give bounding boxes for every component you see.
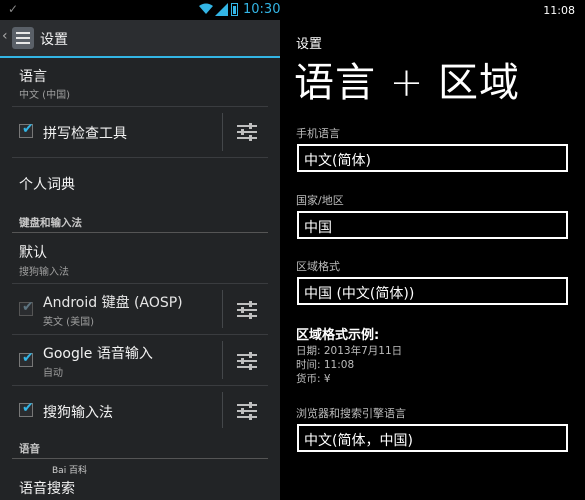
aosp-title: Android 键盘 (AOSP)	[43, 295, 183, 311]
default-input-item[interactable]: 默认 搜狗输入法	[0, 236, 280, 282]
phone-language-label: 手机语言	[296, 127, 340, 140]
checkmark-icon: ✔	[22, 121, 34, 137]
checkmark-icon: ✔	[22, 299, 34, 315]
action-bar: ‹ 设置	[0, 20, 280, 58]
country-picker[interactable]: 中国	[297, 211, 568, 239]
voice-search-title: 语音搜索	[19, 481, 75, 497]
settings-sliders-icon[interactable]	[237, 301, 257, 319]
checkmark-icon: ✔	[22, 400, 34, 416]
sogou-input-item[interactable]: ✔ 搜狗输入法	[0, 386, 280, 434]
google-voice-title: Google 语音输入	[43, 346, 153, 362]
personal-dictionary-title: 个人词典	[19, 177, 75, 193]
settings-sliders-icon[interactable]	[237, 402, 257, 420]
settings-sliders-icon[interactable]	[237, 123, 257, 141]
personal-dictionary-item[interactable]: 个人词典	[0, 158, 280, 206]
spell-checker-checkbox[interactable]: ✔	[19, 121, 34, 138]
status-time: 11:08	[543, 4, 575, 17]
sogou-checkbox[interactable]: ✔	[19, 400, 34, 417]
google-voice-checkbox[interactable]: ✔	[19, 350, 34, 367]
phone-language-picker[interactable]: 中文(简体)	[297, 144, 568, 172]
spell-checker-item[interactable]: ✔ 拼写检查工具	[0, 107, 280, 157]
vertical-divider	[222, 290, 223, 328]
aosp-keyboard-item[interactable]: ✔ Android 键盘 (AOSP) 英文 (美国)	[0, 284, 280, 334]
android-settings-screen: ✓ 10:30 ‹ 设置 语言 中文 (中国) ✔ 拼写检查工具 个人词典 键盘…	[0, 0, 280, 500]
voice-search-item[interactable]: 语音搜索	[0, 470, 280, 500]
vertical-divider	[222, 341, 223, 379]
language-item[interactable]: 语言 中文 (中国)	[0, 60, 280, 105]
battery-icon	[231, 3, 238, 16]
wifi-icon	[199, 3, 213, 14]
language-subtitle: 中文 (中国)	[19, 90, 70, 101]
settings-sliders-icon[interactable]	[237, 352, 257, 370]
browser-language-picker[interactable]: 中文(简体，中国)	[297, 424, 568, 452]
vertical-divider	[222, 392, 223, 428]
aosp-checkbox[interactable]: ✔	[19, 299, 34, 316]
sample-currency: 货币: ¥	[296, 373, 331, 385]
default-subtitle: 搜狗输入法	[19, 267, 69, 278]
sample-time: 时间: 11:08	[296, 359, 355, 371]
google-voice-item[interactable]: ✔ Google 语音输入 自动	[0, 335, 280, 385]
region-format-label: 区域格式	[296, 260, 340, 273]
signal-icon	[215, 3, 228, 16]
page-title: 语言 + 区域	[294, 60, 520, 106]
voice-category-header: 语音	[19, 443, 40, 455]
browser-language-label: 浏览器和搜索引擎语言	[296, 407, 406, 420]
keyboard-category-header: 键盘和输入法	[19, 217, 82, 229]
category-divider	[12, 232, 268, 233]
country-label: 国家/地区	[296, 194, 344, 207]
status-bar: ✓ 10:30	[0, 0, 280, 20]
vertical-divider	[222, 113, 223, 151]
check-icon: ✓	[8, 2, 19, 16]
google-voice-subtitle: 自动	[43, 368, 63, 379]
aosp-subtitle: 英文 (美国)	[43, 317, 94, 328]
status-time: 10:30	[243, 2, 280, 17]
settings-sliders-icon[interactable]	[12, 27, 34, 49]
default-title: 默认	[19, 245, 47, 261]
language-title: 语言	[19, 69, 47, 85]
region-sample-title: 区域格式示例:	[296, 328, 380, 343]
checkmark-icon: ✔	[22, 350, 34, 366]
action-bar-title: 设置	[40, 32, 68, 48]
back-chevron-icon[interactable]: ‹	[2, 28, 8, 44]
spell-checker-title: 拼写检查工具	[43, 126, 127, 142]
wp-language-region-screen: 11:08 设置 语言 + 区域 手机语言 中文(简体) 国家/地区 中国 区域…	[282, 0, 585, 500]
sogou-title: 搜狗输入法	[43, 405, 113, 421]
category-divider	[12, 458, 268, 459]
region-format-picker[interactable]: 中国 (中文(简体))	[297, 277, 568, 305]
sample-date: 日期: 2013年7月11日	[296, 345, 403, 357]
